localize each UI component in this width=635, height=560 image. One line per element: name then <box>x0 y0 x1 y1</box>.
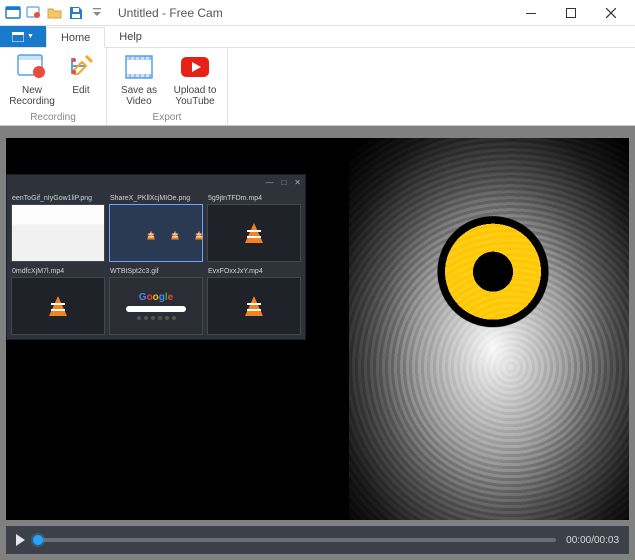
file-name: eenToGif_nIyGow1liP.png <box>11 193 105 204</box>
window-title: Untitled - Free Cam <box>118 6 223 20</box>
file-thumbnail <box>207 277 301 335</box>
group-export: Save as Video Upload to YouTube Export <box>107 48 228 125</box>
tab-help[interactable]: Help <box>105 26 157 47</box>
file-thumbnail <box>207 204 301 262</box>
file-thumbnail <box>109 204 203 262</box>
file-name: 0mdfcXjM7l.mp4 <box>11 266 105 277</box>
edit-label: Edit <box>72 85 89 96</box>
upload-to-youtube-button[interactable]: Upload to YouTube <box>171 51 219 107</box>
save-qat-icon[interactable] <box>67 4 85 22</box>
youtube-icon <box>179 51 211 83</box>
vlc-cone-icon <box>245 223 263 243</box>
save-as-video-label: Save as Video <box>121 85 157 107</box>
time-display: 00:00/00:03 <box>566 535 619 546</box>
film-icon <box>123 51 155 83</box>
vlc-cone-icon <box>245 296 263 316</box>
explorer-titlebar: — □ ✕ <box>7 175 305 189</box>
group-recording: New Recording Edit Recording <box>0 48 107 125</box>
seek-thumb[interactable] <box>33 535 43 545</box>
new-recording-icon <box>16 51 48 83</box>
explorer-close-icon: ✕ <box>294 178 301 187</box>
qat-dropdown-icon[interactable] <box>88 4 106 22</box>
play-button[interactable] <box>16 534 25 546</box>
explorer-window: — □ ✕ eenToGif_nIyGow1liP.png ShareX_PKll… <box>6 174 306 340</box>
file-name: 5g9jtnTFDm.mp4 <box>207 193 301 204</box>
vlc-cone-icon <box>49 296 67 316</box>
file-item: 5g9jtnTFDm.mp4 <box>207 193 301 262</box>
explorer-maximize-icon: □ <box>281 178 286 187</box>
file-thumbnail <box>11 277 105 335</box>
chevron-down-icon: ▼ <box>27 33 34 40</box>
file-item: EvxFOxxJxY.mp4 <box>207 266 301 335</box>
new-recording-label: New Recording <box>9 85 55 107</box>
player-controls: 00:00/00:03 <box>6 526 629 554</box>
upload-to-youtube-label: Upload to YouTube <box>174 85 217 107</box>
file-thumbnail <box>11 204 105 262</box>
owl-image <box>349 138 629 520</box>
file-thumbnail: Google <box>109 277 203 335</box>
ribbon: New Recording Edit Recording Save as Vid… <box>0 48 635 126</box>
video-area: — □ ✕ eenToGif_nIyGow1liP.png ShareX_PKll… <box>0 126 635 560</box>
file-tab-icon <box>12 32 24 42</box>
open-qat-icon[interactable] <box>46 4 64 22</box>
explorer-minimize-icon: — <box>265 178 273 187</box>
ribbon-tabs: ▼ Home Help <box>0 26 635 48</box>
group-export-label: Export <box>153 112 182 123</box>
save-as-video-button[interactable]: Save as Video <box>115 51 163 107</box>
file-item: WTBtSpt2c3.gif Google <box>109 266 203 335</box>
quick-access-toolbar <box>4 4 106 22</box>
app-icon <box>4 4 22 22</box>
file-name: WTBtSpt2c3.gif <box>109 266 203 277</box>
file-name: EvxFOxxJxY.mp4 <box>207 266 301 277</box>
file-item: 0mdfcXjM7l.mp4 <box>11 266 105 335</box>
new-recording-button[interactable]: New Recording <box>8 51 56 107</box>
edit-button[interactable]: Edit <box>64 51 98 107</box>
file-item: ShareX_PKllXcjMIOe.png <box>109 193 203 262</box>
edit-icon <box>65 51 97 83</box>
group-recording-label: Recording <box>30 112 76 123</box>
new-recording-qat-icon[interactable] <box>25 4 43 22</box>
file-name: ShareX_PKllXcjMIOe.png <box>109 193 203 204</box>
file-item: eenToGif_nIyGow1liP.png <box>11 193 105 262</box>
seek-track[interactable] <box>35 538 556 542</box>
google-logo: Google <box>139 292 173 303</box>
minimize-button[interactable] <box>511 0 551 26</box>
close-button[interactable] <box>591 0 631 26</box>
window-controls <box>511 0 631 26</box>
titlebar: Untitled - Free Cam <box>0 0 635 26</box>
file-tab[interactable]: ▼ <box>0 26 46 47</box>
maximize-button[interactable] <box>551 0 591 26</box>
tab-home[interactable]: Home <box>46 27 105 48</box>
video-preview[interactable]: — □ ✕ eenToGif_nIyGow1liP.png ShareX_PKll… <box>6 138 629 520</box>
